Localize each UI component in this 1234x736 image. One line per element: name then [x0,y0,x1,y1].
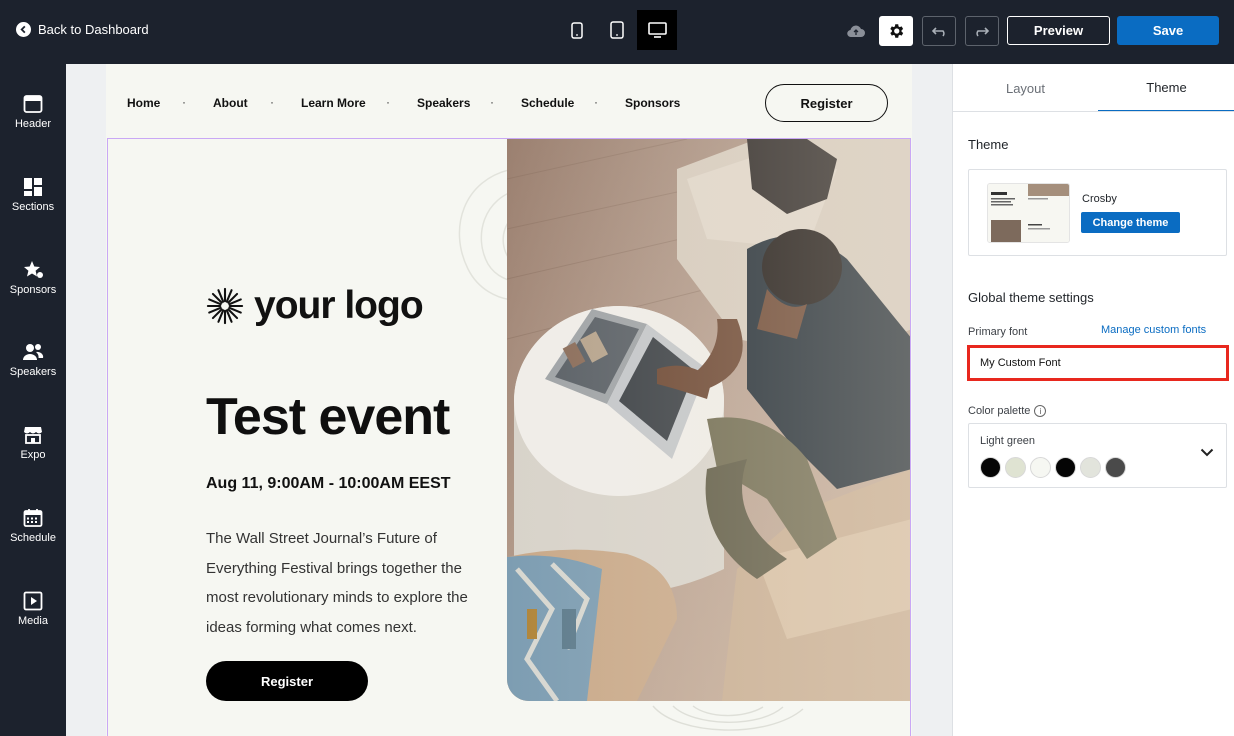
settings-button[interactable] [879,16,913,46]
sidebar-item-label: Schedule [10,532,56,544]
sidebar-item-speakers[interactable]: Speakers [0,342,66,402]
left-sidebar: Header Sections Sponsors Speakers Expo S… [0,64,66,736]
gear-icon [890,24,904,38]
cloud-status [845,16,867,46]
redo-button[interactable] [965,16,999,46]
tablet-view-button[interactable] [597,10,637,50]
nav-separator: · [386,95,390,109]
tablet-icon [610,21,624,39]
color-swatch [1055,457,1076,478]
primary-font-label: Primary font [968,326,1028,338]
theme-heading: Theme [968,137,1009,152]
hero-photo [507,139,910,701]
color-palette-label: Color palette [968,405,1031,417]
sidebar-item-sponsors[interactable]: Sponsors [0,260,66,320]
mobile-view-button[interactable] [557,10,597,50]
preview-button[interactable]: Preview [1007,16,1110,45]
media-play-icon [23,591,43,611]
palette-name: Light green [980,435,1036,447]
back-label: Back to Dashboard [38,22,149,37]
event-description: The Wall Street Journal’s Future of Ever… [206,530,468,636]
site-logo: your logo [206,284,424,328]
change-theme-button[interactable]: Change theme [1081,212,1180,233]
theme-card: Crosby Change theme [968,169,1227,256]
sections-icon [24,178,42,196]
sidebar-item-label: Sponsors [9,284,57,296]
calendar-icon [23,509,43,527]
undo-icon [931,27,945,37]
color-swatch [1105,457,1126,478]
desktop-icon [647,22,667,38]
undo-button[interactable] [922,16,956,46]
sidebar-item-expo[interactable]: Expo [0,425,66,485]
tab-layout[interactable]: Layout [953,64,1098,112]
speakers-icon [23,344,44,360]
sunburst-logo-icon [206,287,244,325]
site-preview: Home · About · Learn More · Speakers · S… [106,64,912,736]
theme-name: Crosby [1082,193,1117,205]
nav-about[interactable]: About [213,96,248,110]
global-theme-settings-heading: Global theme settings [968,290,1094,305]
sidebar-item-schedule[interactable]: Schedule [0,508,66,568]
nav-separator: · [182,95,186,109]
logo-text: your logo [254,284,424,327]
nav-separator: · [594,95,598,109]
expo-icon [24,427,42,444]
desktop-view-button[interactable] [637,10,677,50]
nav-schedule[interactable]: Schedule [521,96,574,110]
cloud-upload-icon [847,25,865,38]
event-date: Aug 11, 9:00AM - 10:00AM EEST [206,475,451,492]
mobile-icon [571,21,583,39]
sidebar-item-header[interactable]: Header [0,94,66,154]
hero-image-man-with-laptop [507,139,910,701]
sidebar-item-sections[interactable]: Sections [0,177,66,237]
nav-speakers[interactable]: Speakers [417,96,470,110]
device-switcher [557,10,677,50]
info-icon[interactable]: i [1034,405,1047,418]
sidebar-item-label: Header [14,118,52,130]
manage-custom-fonts-link[interactable]: Manage custom fonts [1101,324,1206,336]
sidebar-item-label: Media [18,615,48,627]
editor-canvas: Home · About · Learn More · Speakers · S… [66,64,952,736]
nav-register-button[interactable]: Register [765,84,888,122]
chevron-down-icon [1200,448,1214,457]
color-palette-select[interactable]: Light green [968,423,1227,488]
sidebar-item-label: Speakers [9,366,57,378]
redo-icon [976,27,990,37]
nav-separator: · [270,95,274,109]
sponsors-icon [23,261,43,278]
theme-thumbnail [987,183,1070,243]
header-icon [23,95,43,113]
color-palette-label-row: Color palette i [968,405,1047,418]
color-swatch [1030,457,1051,478]
nav-learn-more[interactable]: Learn More [301,96,366,110]
palette-swatches [980,457,1130,478]
top-bar: Back to Dashboard Preview Save [0,0,1234,64]
sidebar-item-label: Expo [20,449,46,461]
color-swatch [980,457,1001,478]
color-swatch [1005,457,1026,478]
back-arrow-icon [16,22,31,37]
nav-sponsors[interactable]: Sponsors [625,96,680,110]
nav-home[interactable]: Home [127,96,160,110]
theme-preview-image [988,184,1069,242]
tab-theme[interactable]: Theme [1098,64,1234,112]
back-to-dashboard-link[interactable]: Back to Dashboard [16,22,149,37]
nav-separator: · [490,95,494,109]
color-swatch [1080,457,1101,478]
hero-section[interactable]: your logo Test event Aug 11, 9:00AM - 10… [107,138,911,736]
event-title: Test event [206,388,450,446]
theme-settings-panel: Layout Theme Theme Crosby Change theme G… [952,64,1234,736]
sidebar-item-media[interactable]: Media [0,591,66,651]
topographic-lines-decoration [652,705,804,731]
save-button[interactable]: Save [1117,16,1219,45]
sidebar-item-label: Sections [11,201,55,213]
primary-font-field[interactable] [967,345,1229,381]
hero-register-button[interactable]: Register [206,661,368,701]
tab-divider [953,111,1234,112]
site-nav: Home · About · Learn More · Speakers · S… [106,64,912,138]
